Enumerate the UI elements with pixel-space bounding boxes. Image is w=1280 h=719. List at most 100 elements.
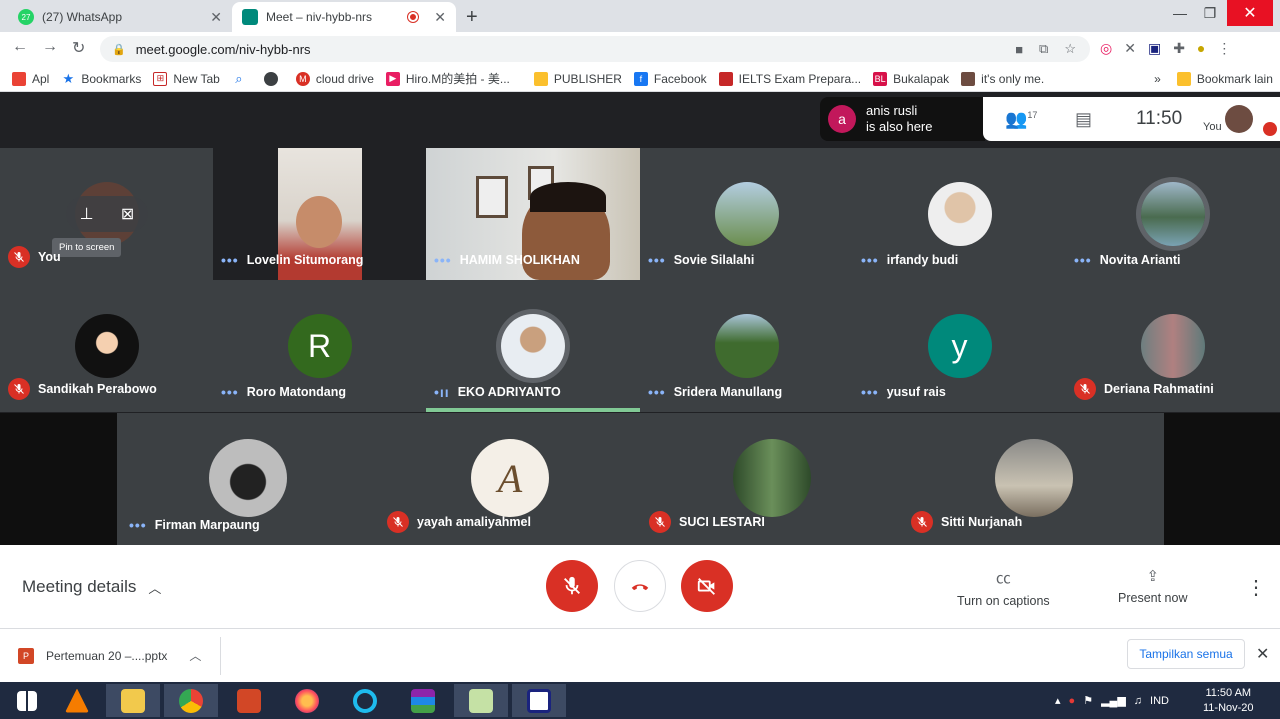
participant-tile-you[interactable]: ⊥ ⊠ Pin to screen You <box>0 148 213 280</box>
bookmark-cloud-drive[interactable]: Mcloud drive <box>295 71 374 86</box>
participant-tile-yayah[interactable]: A yayah amaliyahmel <box>379 413 641 545</box>
new-tab-button[interactable]: + <box>466 6 478 29</box>
participant-tile-deriana[interactable]: Deriana Rahmatini <box>1066 280 1280 412</box>
bookmark-publisher[interactable]: PUBLISHER <box>533 71 622 86</box>
meet-control-bar: Meeting details ︿ ㏄ Turn on captions ⇪ P… <box>0 545 1280 628</box>
reload-icon[interactable]: ↻ <box>72 38 85 58</box>
bookmark-globe[interactable] <box>263 71 284 86</box>
forward-icon[interactable]: → <box>42 38 58 56</box>
bookmark-bookmarks[interactable]: ★ Bookmarks <box>61 71 142 86</box>
antivirus-icon[interactable]: ● <box>1069 695 1076 707</box>
download-item[interactable]: P Pertemuan 20 –....pptx ︿ <box>18 647 201 664</box>
search-icon: ⌕ <box>235 70 243 86</box>
participant-tile-hamim[interactable]: ••• HAMIM SHOLIKHAN <box>426 148 640 280</box>
taskbar-clock[interactable]: 11:50 AM 11-Nov-20 <box>1203 686 1254 716</box>
taskbar-notes[interactable] <box>454 684 508 717</box>
taskbar-screen[interactable] <box>512 684 566 717</box>
chat-button[interactable]: ▤ <box>1075 109 1092 130</box>
taskbar-ie[interactable] <box>338 684 392 717</box>
participant-tile-yusuf[interactable]: y ••• yusuf rais <box>853 280 1066 412</box>
hang-up-icon <box>631 584 649 591</box>
participant-tile-irfandy[interactable]: ••• irfandy budi <box>853 148 1066 280</box>
leave-call-button[interactable] <box>614 560 666 612</box>
avatar: a <box>828 105 856 133</box>
translate-icon[interactable]: ⧉ <box>1039 41 1048 57</box>
speaking-indicator-icon: •ıı <box>434 384 450 400</box>
camera-icon[interactable]: ■ <box>1015 42 1023 57</box>
address-bar[interactable]: 🔒 meet.google.com/niv-hybb-nrs ■ ⧉ ☆ <box>100 36 1090 62</box>
participant-tile-sovie[interactable]: ••• Sovie Silalahi <box>640 148 853 280</box>
audio-level-icon: ••• <box>861 252 879 268</box>
participant-tile-eko[interactable]: •ıı EKO ADRIYANTO <box>426 280 640 412</box>
tab-close-icon[interactable]: ✕ <box>434 9 446 26</box>
extensions-puzzle-icon[interactable]: ✚ <box>1173 40 1185 57</box>
tab-whatsapp[interactable]: 27 (27) WhatsApp ✕ <box>8 2 232 32</box>
self-avatar[interactable] <box>1225 105 1253 133</box>
menu-icon[interactable]: ⋮ <box>1217 40 1231 57</box>
present-now-button[interactable]: ⇪ Present now <box>1118 567 1187 605</box>
bookmark-apps[interactable]: Apl <box>12 71 49 86</box>
network-icon[interactable]: ▂▄▆ <box>1101 694 1126 707</box>
avatar: R <box>287 314 352 378</box>
bookmark-its-only-me[interactable]: it's only me. <box>961 71 1044 86</box>
tray-expand-icon[interactable]: ▴ <box>1055 694 1061 707</box>
participant-tile-suci[interactable]: SUCI LESTARI <box>641 413 903 545</box>
pin-icon[interactable]: ⊥ <box>80 204 94 224</box>
start-button[interactable] <box>0 684 54 717</box>
chevron-up-icon[interactable]: ︿ <box>189 647 201 664</box>
bookmark-hiro[interactable]: ▶ Hiro.M的美拍 - 美... <box>385 70 510 87</box>
participant-tile-novita[interactable]: ••• Novita Arianti <box>1066 148 1280 280</box>
people-button[interactable]: 👥17 <box>1005 109 1037 130</box>
participant-name: Sitti Nurjanah <box>911 511 1022 533</box>
clock-date: 11-Nov-20 <box>1203 702 1254 714</box>
bookmark-other[interactable]: Bookmark lain <box>1176 71 1273 86</box>
camera-toggle-button[interactable] <box>681 560 733 612</box>
meeting-details-button[interactable]: Meeting details ︿ <box>22 577 161 597</box>
taskbar-explorer[interactable] <box>106 684 160 717</box>
video-icon: ▶ <box>385 71 400 86</box>
participant-tile-lovelin[interactable]: ••• Lovelin Situmorang <box>213 148 426 280</box>
extension-icon[interactable]: ◎ <box>1100 40 1112 57</box>
taskbar-chrome[interactable] <box>164 684 218 717</box>
x-extension-icon[interactable]: ✕ <box>1124 40 1136 57</box>
participant-tile-sitti[interactable]: Sitti Nurjanah <box>903 413 1164 545</box>
back-icon[interactable]: ← <box>12 38 28 56</box>
restore-button[interactable]: ❐ <box>1192 0 1228 26</box>
close-icon[interactable]: ✕ <box>1256 644 1269 664</box>
close-window-button[interactable]: ✕ <box>1227 0 1273 26</box>
participant-tile-sridera[interactable]: ••• Sridera Manullang <box>640 280 853 412</box>
bookmark-newtab[interactable]: ⊞ New Tab <box>153 71 220 86</box>
participant-tile-sandikah[interactable]: Sandikah Perabowo <box>0 280 213 412</box>
mic-toggle-button[interactable] <box>546 560 598 612</box>
taskbar-winrar[interactable] <box>396 684 450 717</box>
bookmark-ielts[interactable]: IELTS Exam Prepara... <box>718 71 861 86</box>
bookmark-search[interactable]: ⌕ <box>232 70 252 86</box>
tab-meet[interactable]: Meet – niv-hybb-nrs ✕ <box>232 2 456 32</box>
tab-close-icon[interactable]: ✕ <box>210 9 222 26</box>
participant-name: Deriana Rahmatini <box>1074 378 1214 400</box>
bookmark-facebook[interactable]: f Facebook <box>633 71 707 86</box>
participant-count: 17 <box>1027 109 1038 120</box>
language-indicator[interactable]: IND <box>1150 695 1169 707</box>
flag-icon[interactable]: ⚑ <box>1083 694 1093 707</box>
taskbar-powerpoint[interactable] <box>222 684 276 717</box>
muted-mic-icon <box>649 511 671 533</box>
more-options-icon[interactable]: ⋮ <box>1246 575 1266 600</box>
profile-icon[interactable]: ● <box>1197 40 1205 57</box>
bookmark-bukalapak[interactable]: BL Bukalapak <box>873 71 949 86</box>
tab-title: Meet – niv-hybb-nrs <box>266 10 373 24</box>
show-all-button[interactable]: Tampilkan semua <box>1127 639 1245 669</box>
meet-grid: a anis rusli is also here 👥17 ▤ 11:50 Yo… <box>0 93 1280 545</box>
volume-icon[interactable]: ♫ <box>1134 695 1142 707</box>
cast-icon[interactable]: ▣ <box>1148 40 1161 57</box>
avatar <box>209 439 287 517</box>
participant-tile-firman[interactable]: ••• Firman Marpaung <box>117 413 379 545</box>
bookmark-overflow[interactable]: » <box>1154 72 1161 86</box>
taskbar-firefox[interactable] <box>280 684 334 717</box>
participant-tile-roro[interactable]: R ••• Roro Matondang <box>213 280 426 412</box>
remove-from-grid-icon[interactable]: ⊠ <box>121 204 134 224</box>
muted-mic-icon <box>911 511 933 533</box>
star-icon[interactable]: ☆ <box>1064 41 1076 57</box>
taskbar-vlc[interactable] <box>50 684 104 717</box>
captions-button[interactable]: ㏄ Turn on captions <box>957 567 1050 608</box>
